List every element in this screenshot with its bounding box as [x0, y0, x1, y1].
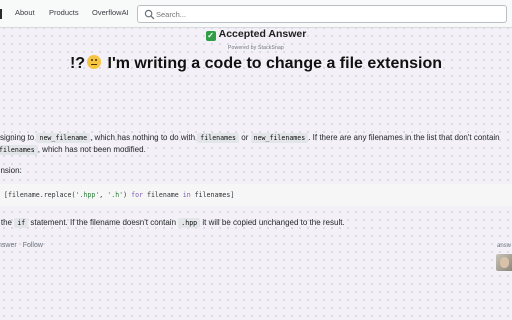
question-title: !? I'm writing a code to change a file e…	[0, 55, 512, 73]
answer-paragraph-4: r the if statement. If the filename does…	[0, 218, 345, 228]
inline-code: filenames	[0, 145, 38, 155]
search-input[interactable]	[156, 10, 456, 19]
answer-paragraph-3: ension:	[0, 166, 22, 175]
answer-paragraph-1: ssigning to new_filename, which has noth…	[0, 133, 500, 143]
search-icon	[144, 9, 155, 20]
inline-code: if	[14, 218, 29, 228]
answer-paragraph-2: filenames, which has not been modified.	[0, 145, 146, 155]
follow-link[interactable]: Follow	[23, 242, 43, 249]
share-link[interactable]: nswer	[0, 242, 17, 249]
inline-code: filenames	[197, 133, 240, 143]
nav-about[interactable]: About	[15, 8, 35, 17]
post-menu: nswer Follow	[0, 242, 49, 249]
inline-code: .hpp	[178, 218, 201, 228]
check-icon: ✓	[205, 31, 216, 41]
top-bar: About Products OverflowAI	[0, 0, 512, 28]
nav-overflowai[interactable]: OverflowAI	[92, 8, 129, 17]
search-box[interactable]	[137, 5, 507, 23]
inline-code: new_filenames	[250, 133, 309, 143]
user-avatar[interactable]	[496, 254, 512, 271]
site-logo[interactable]	[0, 9, 2, 19]
accepted-answer-label: Accepted Answer	[218, 28, 307, 40]
confused-face-icon	[87, 55, 102, 69]
answered-label: answ	[497, 243, 512, 249]
inline-code: new_filename	[36, 133, 91, 143]
nav-products[interactable]: Products	[49, 8, 79, 17]
powered-by-label: Powered by StackSnap	[228, 45, 284, 51]
title-prefix: !?	[69, 55, 86, 72]
title-text: I'm writing a code to change a file exte…	[107, 55, 443, 72]
code-block: [filename.replace('.hpp', '.h') for file…	[0, 184, 512, 206]
accepted-answer-heading: ✓ Accepted Answer	[0, 28, 512, 41]
